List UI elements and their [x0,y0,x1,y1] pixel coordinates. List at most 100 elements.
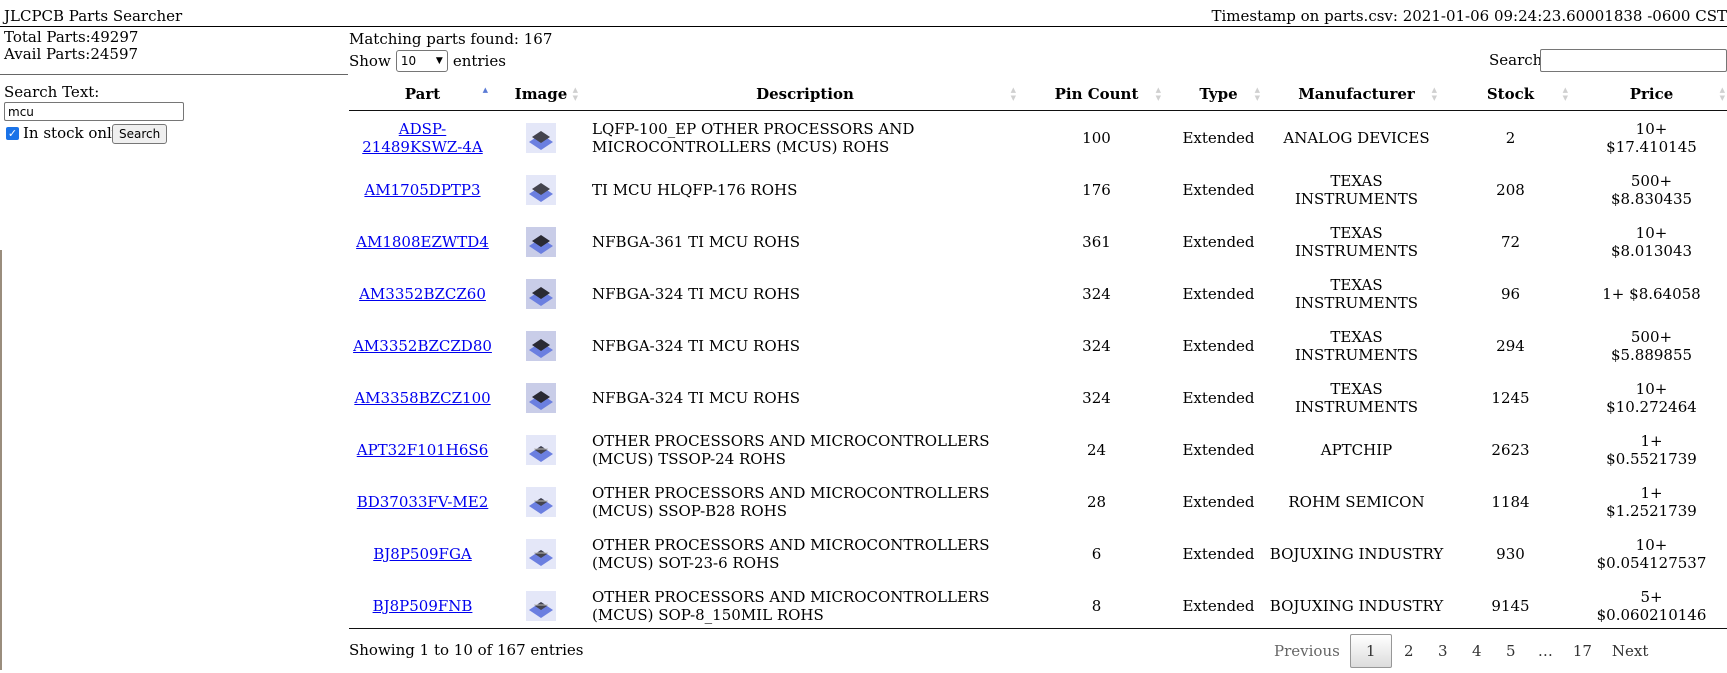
cell-description: NFBGA-361 TI MCU ROHS [592,233,801,251]
cell-type: Extended [1182,389,1255,407]
cell-type: Extended [1182,181,1255,199]
table-search-input[interactable] [1540,49,1727,72]
bga-chip-icon[interactable] [526,383,556,413]
part-link[interactable]: AM1808EZWTD4 [356,233,489,251]
cell-stock: 208 [1496,181,1525,199]
part-link[interactable]: AM3358BZCZ100 [354,389,490,407]
part-link[interactable]: APT32F101H6S6 [357,441,489,459]
in-stock-checkbox[interactable]: ✓ [6,126,19,140]
cell-image [496,424,586,476]
cell-description: OTHER PROCESSORS AND MICROCONTROLLERS (M… [592,484,990,520]
part-link[interactable]: AM1705DPTP3 [364,181,480,199]
cell-type: Extended [1182,493,1255,511]
cell-price: 10+ $0.054127537 [1596,536,1707,572]
sop-chip-icon[interactable] [526,591,556,621]
cell-manufacturer: TEXAS INSTRUMENTS [1295,328,1418,364]
part-link[interactable]: BJ8P509FNB [373,597,473,615]
page-button-3[interactable]: 3 [1426,634,1460,668]
cell-description: TI MCU HLQFP-176 ROHS [592,181,798,199]
col-header-stock[interactable]: Stock ▲ ▼ [1445,78,1576,111]
part-link[interactable]: BJ8P509FGA [373,545,472,563]
in-stock-label: In stock only [23,124,121,142]
search-text-input[interactable] [4,102,184,121]
cell-image [496,476,586,528]
sort-icon: ▲ ▼ [572,86,578,102]
stats-panel: Total Parts:49297 Avail Parts:24597 [4,29,348,63]
bga-chip-icon[interactable] [526,331,556,361]
bga-chip-icon[interactable] [526,279,556,309]
part-link[interactable]: ADSP- 21489KSWZ-4A [362,120,482,156]
cell-stock: 9145 [1491,597,1530,615]
cell-type: Extended [1182,545,1255,563]
col-header-price[interactable]: Price ▲ ▼ [1576,78,1727,111]
previous-page-button[interactable]: Previous [1264,634,1350,668]
table-row: AM3352BZCZD80 NFBGA-324 TI MCU ROHS 324 Ext… [349,320,1727,372]
cell-pin-count: 8 [1091,597,1102,615]
top-bar: JLCPCB Parts Searcher Timestamp on parts… [0,0,1727,27]
cell-part: AM3352BZCZ60 [349,268,496,320]
col-header-manufacturer[interactable]: Manufacturer ▲ ▼ [1268,78,1445,111]
cell-price: 1+ $8.64058 [1602,285,1701,303]
ssop-chip-icon[interactable] [526,487,556,517]
cell-part: BD37033FV-ME2 [349,476,496,528]
cell-part: AM3358BZCZ100 [349,372,496,424]
cell-manufacturer: TEXAS INSTRUMENTS [1295,224,1418,260]
parts-table: Part ▲ Image ▲ ▼ Description ▲ ▼ Pin Count… [349,78,1727,632]
col-header-type[interactable]: Type ▲ ▼ [1169,78,1268,111]
cell-pin-count: 100 [1082,128,1111,147]
col-header-pin-count[interactable]: Pin Count ▲ ▼ [1024,78,1169,111]
cell-stock: 2623 [1491,441,1530,459]
page-length-select[interactable]: 10 ▼ [395,50,448,72]
page-button-2[interactable]: 2 [1392,634,1426,668]
show-label: Show [349,52,391,70]
cell-image [496,372,586,424]
tssop-chip-icon[interactable] [526,435,556,465]
cell-image [496,164,586,216]
col-header-part[interactable]: Part ▲ [349,78,496,111]
cell-type: Extended [1182,128,1255,147]
qfp-chip-icon[interactable] [526,122,556,153]
page-button-1[interactable]: 1 [1349,634,1392,668]
cell-price: 1+ $1.2521739 [1606,484,1697,520]
cell-image [496,580,586,632]
qfp-chip-icon[interactable] [526,175,556,205]
chevron-down-icon: ▼ [435,56,443,66]
col-header-image[interactable]: Image ▲ ▼ [496,78,586,111]
total-parts: Total Parts:49297 [4,28,139,46]
bga-chip-icon[interactable] [526,227,556,257]
sot-chip-icon[interactable] [526,539,556,569]
search-button[interactable]: Search [112,124,168,144]
col-header-description[interactable]: Description ▲ ▼ [586,78,1024,111]
sort-icon: ▲ ▼ [1719,86,1725,102]
part-link[interactable]: BD37033FV-ME2 [357,493,489,511]
table-bottom-rule [349,628,1727,629]
part-link[interactable]: AM3352BZCZ60 [359,285,486,303]
table-row: AM1705DPTP3 TI MCU HLQFP-176 ROHS 176 Exten… [349,164,1727,216]
cell-part: ADSP- 21489KSWZ-4A [349,111,496,165]
cell-stock: 294 [1496,337,1525,355]
window-edge [0,250,2,670]
page-button-17[interactable]: 17 [1563,634,1602,668]
cell-manufacturer: TEXAS INSTRUMENTS [1295,380,1418,416]
page-button-5[interactable]: 5 [1494,634,1528,668]
sidebar-divider [0,74,348,75]
cell-manufacturer: ANALOG DEVICES [1283,128,1430,147]
cell-stock: 96 [1500,285,1521,303]
cell-pin-count: 324 [1082,389,1111,407]
cell-stock: 1184 [1491,493,1530,511]
cell-image [496,216,586,268]
table-row: BD37033FV-ME2 OTHER PROCESSORS AND MICROC… [349,476,1727,528]
part-link[interactable]: AM3352BZCZD80 [353,337,492,355]
sort-icon: ▲ ▼ [1010,86,1016,102]
in-stock-toggle[interactable]: ✓ In stock only [6,124,120,142]
cell-description: OTHER PROCESSORS AND MICROCONTROLLERS (M… [592,536,990,572]
cell-part: APT32F101H6S6 [349,424,496,476]
cell-description: OTHER PROCESSORS AND MICROCONTROLLERS (M… [592,588,990,624]
next-page-button[interactable]: Next [1602,634,1659,668]
app-title: JLCPCB Parts Searcher [4,7,183,25]
cell-type: Extended [1182,285,1255,303]
page-length-control: Show 10 ▼ entries [349,50,506,72]
page-ellipsis: … [1537,642,1553,660]
page-button-4[interactable]: 4 [1460,634,1494,668]
cell-stock: 1245 [1491,389,1530,407]
